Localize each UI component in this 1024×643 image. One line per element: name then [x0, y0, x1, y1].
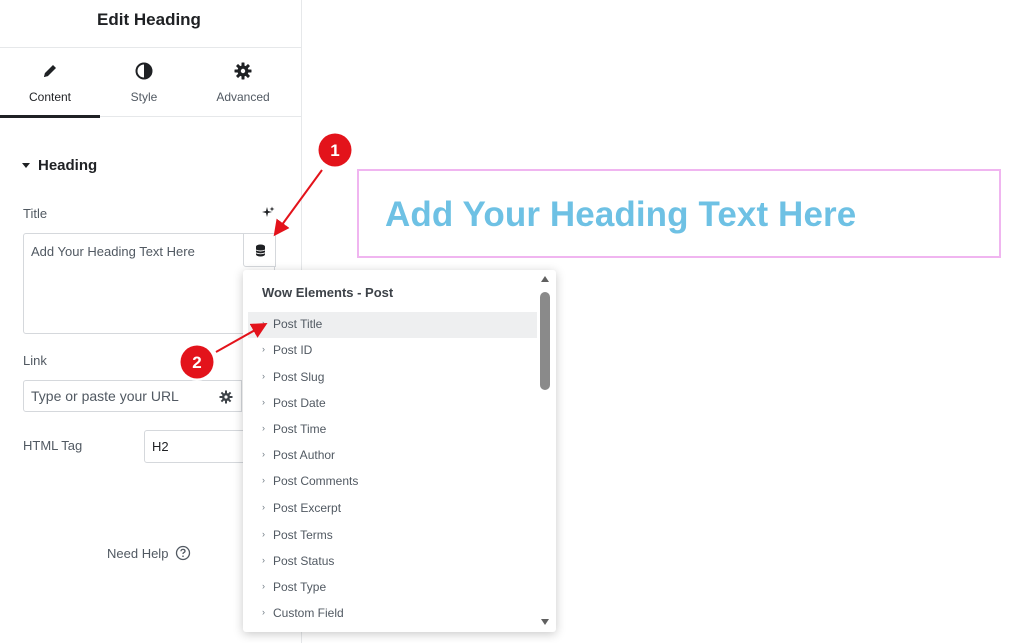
- dropdown-item-post-type[interactable]: › Post Type: [248, 575, 537, 601]
- question-circle-icon: [176, 545, 191, 561]
- dropdown-item-label: Post Date: [273, 396, 326, 410]
- panel-header: Edit Heading: [0, 0, 302, 48]
- tab-label: Style: [130, 90, 158, 104]
- tab-label: Advanced: [216, 90, 270, 104]
- half-circle-icon: [135, 62, 153, 80]
- scroll-down-arrow-icon[interactable]: [541, 619, 549, 625]
- dropdown-item-label: Post Status: [273, 554, 335, 568]
- dropdown-item-label: Post Type: [273, 580, 327, 594]
- badge-number: 1: [330, 141, 339, 160]
- panel-tabs: Content Style Advanced: [0, 49, 302, 118]
- dynamic-tags-button[interactable]: [243, 233, 276, 267]
- dropdown-item-post-status[interactable]: › Post Status: [248, 549, 537, 575]
- dropdown-item-post-title[interactable]: › Post Title: [248, 312, 537, 338]
- chevron-right-icon: ›: [262, 449, 265, 459]
- dropdown-item-label: Custom Field: [273, 606, 344, 620]
- dynamic-tags-dropdown: Wow Elements - Post › Post Title › Post …: [243, 270, 556, 632]
- dropdown-item-label: Post Excerpt: [273, 501, 342, 515]
- need-help-link[interactable]: Need Help: [107, 545, 191, 561]
- dropdown-item-label: Post Slug: [273, 370, 325, 384]
- dropdown-item-post-slug[interactable]: › Post Slug: [248, 365, 537, 391]
- dropdown-item-post-id[interactable]: › Post ID: [248, 338, 537, 364]
- dropdown-item-label: Post Terms: [273, 528, 333, 542]
- chevron-right-icon: ›: [262, 502, 265, 512]
- gear-icon: [219, 390, 233, 404]
- sparkle-icon[interactable]: [261, 206, 275, 220]
- chevron-right-icon: ›: [262, 371, 265, 381]
- tab-advanced[interactable]: Advanced: [193, 49, 293, 117]
- chevron-right-icon: ›: [262, 607, 265, 617]
- html-tag-select[interactable]: H2: [144, 430, 254, 463]
- chevron-right-icon: ›: [262, 555, 265, 565]
- heading-widget[interactable]: Add Your Heading Text Here: [357, 169, 1001, 258]
- dropdown-item-post-time[interactable]: › Post Time: [248, 417, 537, 443]
- html-tag-label: HTML Tag: [23, 438, 83, 453]
- chevron-right-icon: ›: [262, 581, 265, 591]
- panel-title: Edit Heading: [97, 10, 201, 29]
- title-value: Add Your Heading Text Here: [31, 244, 195, 259]
- annotation-badge-1: 1: [316, 131, 354, 169]
- gear-icon: [234, 62, 252, 80]
- section-heading-toggle[interactable]: Heading: [22, 155, 97, 175]
- dropdown-item-label: Post Title: [273, 317, 323, 331]
- chevron-right-icon: ›: [262, 423, 265, 433]
- canvas-heading: Add Your Heading Text Here: [385, 195, 857, 234]
- dropdown-item-custom-field[interactable]: › Custom Field: [248, 601, 537, 627]
- dropdown-group-title: Wow Elements - Post: [262, 285, 394, 300]
- chevron-right-icon: ›: [262, 529, 265, 539]
- chevron-right-icon: ›: [262, 318, 265, 328]
- dropdown-item-label: Post Comments: [273, 474, 359, 488]
- tab-content[interactable]: Content: [0, 49, 100, 118]
- dropdown-item-post-excerpt[interactable]: › Post Excerpt: [248, 496, 537, 522]
- link-label: Link: [23, 353, 47, 368]
- dropdown-item-post-author[interactable]: › Post Author: [248, 443, 537, 469]
- pencil-icon: [44, 65, 56, 77]
- dropdown-item-label: Post Author: [273, 448, 336, 462]
- caret-down-icon: [22, 162, 30, 168]
- chevron-right-icon: ›: [262, 475, 265, 485]
- tab-label: Content: [28, 90, 72, 104]
- link-url-input[interactable]: Type or paste your URL: [23, 380, 211, 412]
- scroll-up-arrow-icon[interactable]: [541, 276, 549, 282]
- dropdown-item-label: Post ID: [273, 343, 313, 357]
- need-help-label: Need Help: [107, 545, 169, 561]
- dropdown-item-post-date[interactable]: › Post Date: [248, 391, 537, 417]
- title-textarea[interactable]: Add Your Heading Text Here: [23, 233, 276, 334]
- dropdown-item-post-terms[interactable]: › Post Terms: [248, 523, 537, 549]
- chevron-right-icon: ›: [262, 397, 265, 407]
- scrollbar-thumb[interactable]: [540, 292, 550, 390]
- dropdown-item-label: Post Time: [273, 422, 327, 436]
- chevron-right-icon: ›: [262, 344, 265, 354]
- section-title: Heading: [38, 156, 98, 174]
- link-options-button[interactable]: [210, 380, 242, 412]
- title-label: Title: [23, 206, 48, 221]
- dropdown-item-post-comments[interactable]: › Post Comments: [248, 469, 537, 495]
- database-icon: [255, 244, 266, 257]
- tab-style[interactable]: Style: [94, 49, 194, 117]
